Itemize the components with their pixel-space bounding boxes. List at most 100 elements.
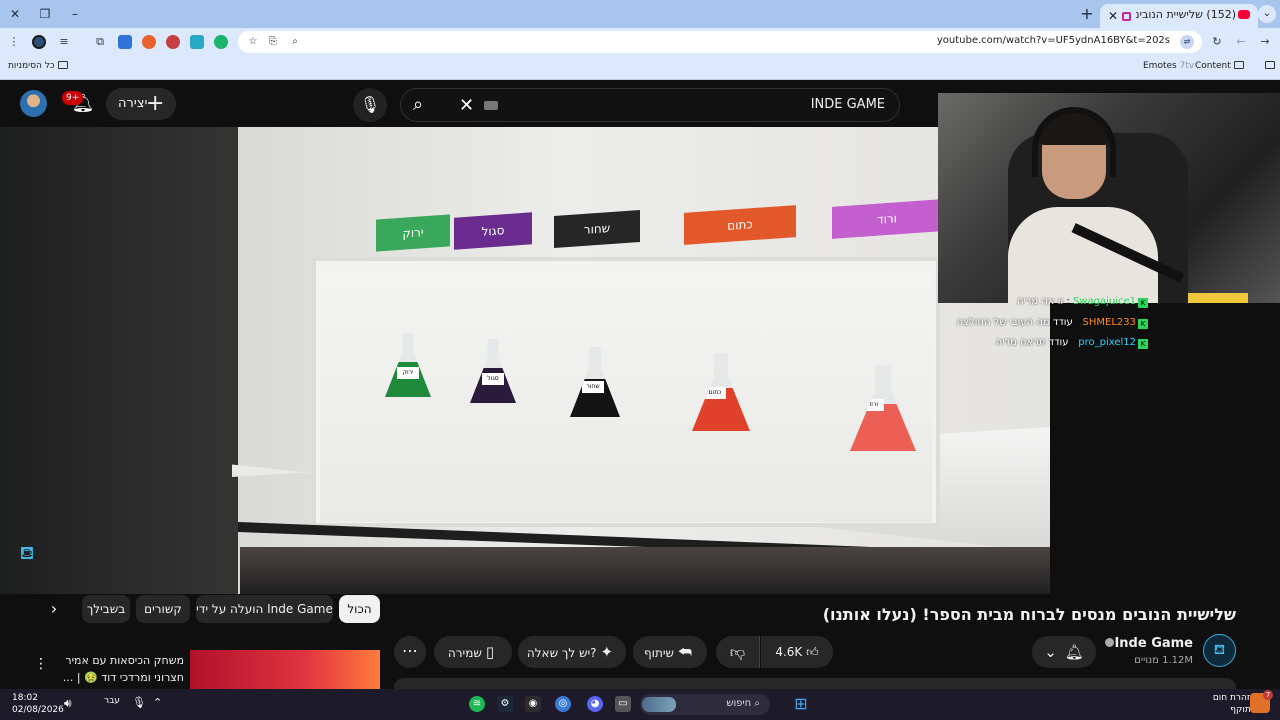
bell-icon: 🔔︎ <box>1064 643 1084 661</box>
extension-screen-icon[interactable] <box>118 35 132 49</box>
ask-label: יש לך שאלה? <box>526 646 597 660</box>
address-bar[interactable]: ☆ ⎘ ⌕ youtube.com/watch?v=UF5ydnA16BY&t=… <box>238 31 1202 53</box>
minimize-window-icon[interactable]: – <box>66 5 84 23</box>
recommendation-thumbnail[interactable] <box>190 650 380 690</box>
video-info-area: שלישיית הנובים מנסים לברוח מבית הספר! (נ… <box>0 594 1280 690</box>
windows-start-icon[interactable]: ⊞ <box>793 696 809 712</box>
pinned-app-icon[interactable]: ◉ <box>525 696 541 712</box>
reading-list-icon[interactable]: ≡ <box>56 34 72 50</box>
tab-title: (152) שלישיית הנובים מנסים <box>1136 8 1236 21</box>
bookmark-emotes[interactable]: Emotes 7tv <box>1143 61 1194 71</box>
weather-widget[interactable]: אזהרת חום בתוקף <box>1206 692 1256 716</box>
subscription-bell-button[interactable]: ⌄ 🔔︎ <box>1032 636 1096 668</box>
restore-window-icon[interactable]: ❐ <box>36 5 54 23</box>
discord-icon[interactable]: ◕ <box>587 696 603 712</box>
flask-label: שחור <box>582 381 604 393</box>
taskbar-search-label: חיפוש <box>726 698 752 709</box>
profile-avatar-icon[interactable] <box>32 35 46 49</box>
sparkle-icon: ✦ <box>600 643 614 661</box>
close-tab-icon[interactable]: ✕ <box>1104 7 1122 25</box>
flask-label: סגול <box>482 373 504 385</box>
browser-menu-icon[interactable]: ⋮ <box>6 34 22 50</box>
webcam-yellow-object <box>1188 293 1248 303</box>
heat-warning-icon[interactable]: 7 <box>1250 690 1273 713</box>
like-button[interactable]: 4.6K 👍︎ <box>761 636 833 668</box>
input-language[interactable]: עבר <box>104 696 120 706</box>
tray-overflow-chevron-icon[interactable]: ⌃ <box>153 696 162 709</box>
channel-name[interactable]: Inde Game <box>1102 636 1193 651</box>
bookmark-content[interactable]: Content <box>1195 61 1247 71</box>
stream-webcam-overlay <box>938 93 1280 303</box>
chat-text: עודד תראה מדיה <box>995 337 1069 348</box>
emotes-icon: 7tv <box>1179 61 1195 71</box>
new-tab-button[interactable]: + <box>1078 5 1096 23</box>
kick-badge-icon: K <box>1138 339 1148 349</box>
subscriber-count: 1.12M מנויים <box>1134 655 1193 666</box>
streamer <box>1008 107 1158 303</box>
chevron-down-icon: ⌄ <box>1044 643 1057 661</box>
chrome-icon[interactable]: ◎ <box>555 696 571 712</box>
save-button[interactable]: שמירה ▯ <box>434 636 512 668</box>
bookmark-emotes-label: Emotes <box>1143 61 1177 71</box>
close-window-icon[interactable]: ✕ <box>6 5 24 23</box>
shelf-card-green: ירוק <box>376 214 450 252</box>
extensions-icon[interactable]: ⧉ <box>92 34 108 50</box>
more-actions-icon[interactable]: ⋯ <box>394 636 426 668</box>
video-player[interactable]: ירוק סגול שחור כתום ורוד ירוק סגול שחור … <box>0 127 1050 594</box>
chat-username: SHMEL233 <box>1082 317 1136 328</box>
shelf-card-purple: סגול <box>454 212 532 250</box>
clock[interactable]: 18:02 02/08/2026 <box>12 692 64 716</box>
bookmarks-bar: כל הסימניות Emotes 7tv Content <box>0 56 1280 80</box>
account-avatar[interactable] <box>20 90 47 117</box>
chip-related[interactable]: קשורים <box>136 595 190 623</box>
channel-watermark-icon[interactable]: ⛾ <box>12 543 42 569</box>
chip-for-you[interactable]: בשבילך <box>82 595 130 623</box>
task-view-icon[interactable]: ▭ <box>615 696 631 712</box>
spotify-icon[interactable]: ≋ <box>469 696 485 712</box>
chip-all[interactable]: הכול <box>339 595 380 623</box>
site-info-icon[interactable]: ⇌ <box>1180 35 1194 49</box>
keyboard-icon[interactable] <box>484 101 498 110</box>
clock-date: 02/08/2026 <box>12 705 64 715</box>
chevron-right-icon[interactable]: › <box>42 595 66 623</box>
chip-uploaded-by[interactable]: הועלה על ידי Inde Game <box>196 595 333 623</box>
extension-green-icon[interactable] <box>214 35 228 49</box>
taskbar-search[interactable]: חיפוש ⌕ <box>640 694 770 715</box>
back-icon[interactable]: → <box>1257 34 1273 50</box>
forward-icon[interactable]: ← <box>1233 34 1249 50</box>
search-input[interactable]: ⌕ ✕ INDE GAME <box>400 88 900 122</box>
extension-red-icon[interactable] <box>166 35 180 49</box>
create-button[interactable]: + יצירה <box>106 88 176 120</box>
folder-icon[interactable] <box>1262 61 1278 71</box>
browser-tab-strip: ✕ ❐ – + ✕ (152) שלישיית הנובים מנסים ⌄ <box>0 0 1280 28</box>
voice-search-microphone-icon[interactable]: 🎙︎ <box>353 88 387 122</box>
all-bookmarks-folder[interactable]: כל הסימניות <box>8 61 71 71</box>
video-scene-wall-left <box>0 127 238 594</box>
extension-translate-icon[interactable] <box>190 35 204 49</box>
bookmark-icon: ▯ <box>485 643 495 661</box>
clock-time: 18:02 <box>12 693 38 703</box>
dislike-button[interactable]: 👎︎ <box>716 636 760 668</box>
weather-title: אזהרת חום <box>1212 693 1256 703</box>
steam-icon[interactable]: ⚙ <box>497 696 513 712</box>
chat-message: KSHMEL233 : עודד מה העובי של החולצה <box>957 317 1148 333</box>
weather-subtitle: בתוקף <box>1230 705 1256 715</box>
recommendation-title[interactable]: משחק הכיסאות עם אמיר חצרוני ומרדכי דוד 🤢… <box>60 652 184 686</box>
volume-icon[interactable]: 🔊︎ <box>64 696 72 711</box>
tab-search-icon[interactable]: ⌄ <box>1258 5 1276 23</box>
extension-orange-icon[interactable] <box>142 35 156 49</box>
zoom-icon[interactable]: ⌕ <box>288 35 302 49</box>
cast-icon[interactable]: ⎘ <box>266 35 280 49</box>
recommendation-menu-icon[interactable]: ⋮ <box>34 652 48 676</box>
mic-tray-icon[interactable]: 🎙︎ <box>132 696 146 709</box>
clear-search-icon[interactable]: ✕ <box>459 93 474 119</box>
share-button[interactable]: שיתוף ⮪ <box>633 636 707 668</box>
ask-button[interactable]: יש לך שאלה? ✦ <box>518 636 626 668</box>
description-box[interactable] <box>394 678 1236 689</box>
browser-tab-youtube[interactable]: ✕ (152) שלישיית הנובים מנסים <box>1100 4 1258 28</box>
bookmark-star-icon[interactable]: ☆ <box>246 35 260 49</box>
channel-avatar[interactable]: ⛾ <box>1203 634 1236 667</box>
search-icon[interactable]: ⌕ <box>413 92 423 118</box>
create-label: יצירה <box>118 96 148 111</box>
reload-icon[interactable]: ↻ <box>1209 34 1225 50</box>
